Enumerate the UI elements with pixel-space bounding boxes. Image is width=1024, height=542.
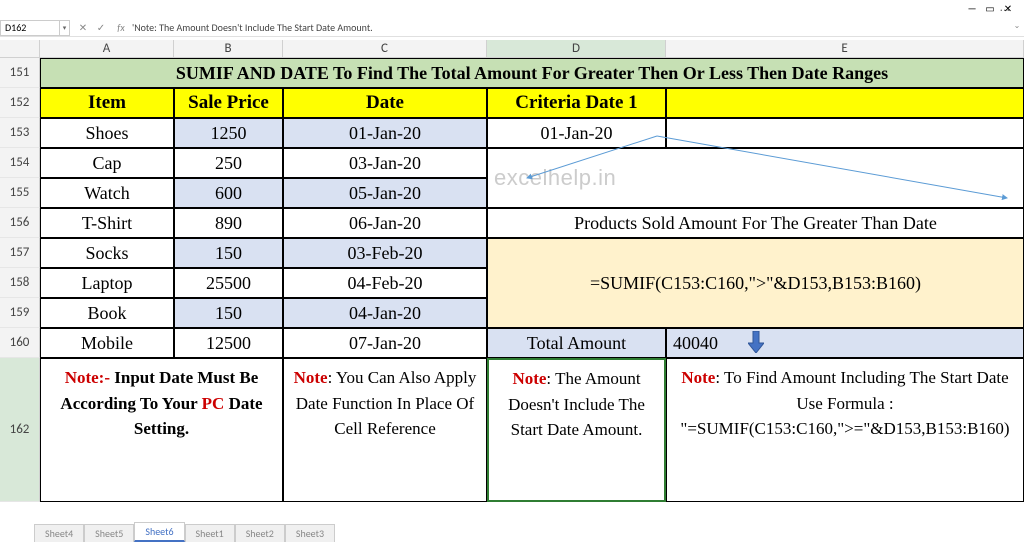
cell-item[interactable]: T-Shirt	[40, 208, 174, 238]
formula-bar-input[interactable]: 'Note: The Amount Doesn't Include The St…	[128, 21, 1010, 34]
cell-price[interactable]: 150	[174, 238, 283, 268]
minimize-icon[interactable]: ─	[964, 2, 980, 16]
row-header-152[interactable]: 152	[0, 88, 40, 118]
header-blank-E[interactable]	[666, 88, 1024, 118]
watermark-cell[interactable]: excelhelp.in	[487, 148, 1024, 208]
header-criteria[interactable]: Criteria Date 1	[487, 88, 666, 118]
cell-price[interactable]: 150	[174, 298, 283, 328]
row-header-162[interactable]: 162	[0, 358, 40, 502]
row-header-154[interactable]: 154	[0, 148, 40, 178]
cell-price[interactable]: 1250	[174, 118, 283, 148]
row-header-151[interactable]: 151	[0, 58, 40, 88]
total-label-cell[interactable]: Total Amount	[487, 328, 666, 358]
select-all-corner[interactable]	[0, 40, 40, 57]
cell-price[interactable]: 890	[174, 208, 283, 238]
col-header-B[interactable]: B	[174, 40, 283, 57]
column-headers: A B C D E	[0, 40, 1024, 58]
window-controls: ─ ▭ ✕	[964, 2, 1016, 16]
name-box[interactable]: D162	[0, 20, 60, 36]
note-1[interactable]: Note:- Input Date Must Be According To Y…	[40, 358, 283, 502]
cell-date[interactable]: 07-Jan-20	[283, 328, 487, 358]
cell-item[interactable]: Book	[40, 298, 174, 328]
row-header-159[interactable]: 159	[0, 298, 40, 328]
cell-date[interactable]: 06-Jan-20	[283, 208, 487, 238]
close-icon[interactable]: ✕	[1000, 2, 1016, 16]
row-header-155[interactable]: 155	[0, 178, 40, 208]
watermark-text: excelhelp.in	[494, 165, 616, 191]
header-date[interactable]: Date	[283, 88, 487, 118]
row-header-157[interactable]: 157	[0, 238, 40, 268]
total-value-cell[interactable]: 40040	[666, 328, 1024, 358]
cancel-formula-icon[interactable]: ✕	[76, 21, 90, 34]
cell-date[interactable]: 01-Jan-20	[283, 118, 487, 148]
fx-icon[interactable]: fx	[114, 21, 128, 34]
cell-item[interactable]: Laptop	[40, 268, 174, 298]
row-header-153[interactable]: 153	[0, 118, 40, 148]
sheet-tab[interactable]: Sheet2	[235, 524, 285, 542]
row-header-156[interactable]: 156	[0, 208, 40, 238]
arrow-down-icon	[748, 331, 764, 353]
cell-criteria-date[interactable]: 01-Jan-20	[487, 118, 666, 148]
cell-date[interactable]: 05-Jan-20	[283, 178, 487, 208]
cell-price[interactable]: 25500	[174, 268, 283, 298]
cell-price[interactable]: 12500	[174, 328, 283, 358]
note-3-selected[interactable]: Note: The Amount Doesn't Include The Sta…	[487, 358, 666, 502]
cell-E153[interactable]	[666, 118, 1024, 148]
formula-bar-expand-icon[interactable]: ⌄	[1010, 21, 1024, 35]
spreadsheet-grid: A B C D E 151 SUMIF AND DATE To Find The…	[0, 40, 1024, 502]
col-header-E[interactable]: E	[666, 40, 1024, 57]
cell-item[interactable]: Mobile	[40, 328, 174, 358]
cell-price[interactable]: 600	[174, 178, 283, 208]
col-header-C[interactable]: C	[283, 40, 487, 57]
note-2[interactable]: Note: You Can Also Apply Date Function I…	[283, 358, 487, 502]
cell-item[interactable]: Cap	[40, 148, 174, 178]
sheet-tab[interactable]: Sheet1	[185, 524, 235, 542]
sheet-tab[interactable]: Sheet3	[285, 524, 335, 542]
cell-item[interactable]: Socks	[40, 238, 174, 268]
cell-item[interactable]: Shoes	[40, 118, 174, 148]
sheet-tab[interactable]: Sheet4	[34, 524, 84, 542]
sheet-tabs: Sheet4 Sheet5 Sheet6 Sheet1 Sheet2 Sheet…	[34, 524, 335, 542]
restore-icon[interactable]: ▭	[982, 2, 998, 16]
row-header-160[interactable]: 160	[0, 328, 40, 358]
cell-date[interactable]: 04-Feb-20	[283, 268, 487, 298]
enter-formula-icon[interactable]: ✓	[94, 21, 108, 34]
note-4[interactable]: Note: To Find Amount Including The Start…	[666, 358, 1024, 502]
cell-item[interactable]: Watch	[40, 178, 174, 208]
col-header-D[interactable]: D	[487, 40, 666, 57]
header-price[interactable]: Sale Price	[174, 88, 283, 118]
formula-text: =SUMIF(C153:C160,">"&D153,B153:B160)	[590, 273, 921, 294]
sheet-tab-active[interactable]: Sheet6	[134, 522, 184, 542]
cell-price[interactable]: 250	[174, 148, 283, 178]
col-header-A[interactable]: A	[40, 40, 174, 57]
description-cell[interactable]: Products Sold Amount For The Greater Tha…	[487, 208, 1024, 238]
formula-display-cell[interactable]: =SUMIF(C153:C160,">"&D153,B153:B160)	[487, 238, 1024, 328]
cell-date[interactable]: 03-Jan-20	[283, 148, 487, 178]
row-header-158[interactable]: 158	[0, 268, 40, 298]
cell-date[interactable]: 03-Feb-20	[283, 238, 487, 268]
name-box-dropdown-icon[interactable]: ▾	[60, 20, 70, 36]
sheet-tab[interactable]: Sheet5	[84, 524, 134, 542]
formula-bar-row: D162 ▾ ✕ ✓ fx 'Note: The Amount Doesn't …	[0, 19, 1024, 37]
cell-date[interactable]: 04-Jan-20	[283, 298, 487, 328]
formula-bar-icons: ✕ ✓ fx	[76, 21, 128, 34]
header-item[interactable]: Item	[40, 88, 174, 118]
title-cell[interactable]: SUMIF AND DATE To Find The Total Amount …	[40, 58, 1024, 88]
